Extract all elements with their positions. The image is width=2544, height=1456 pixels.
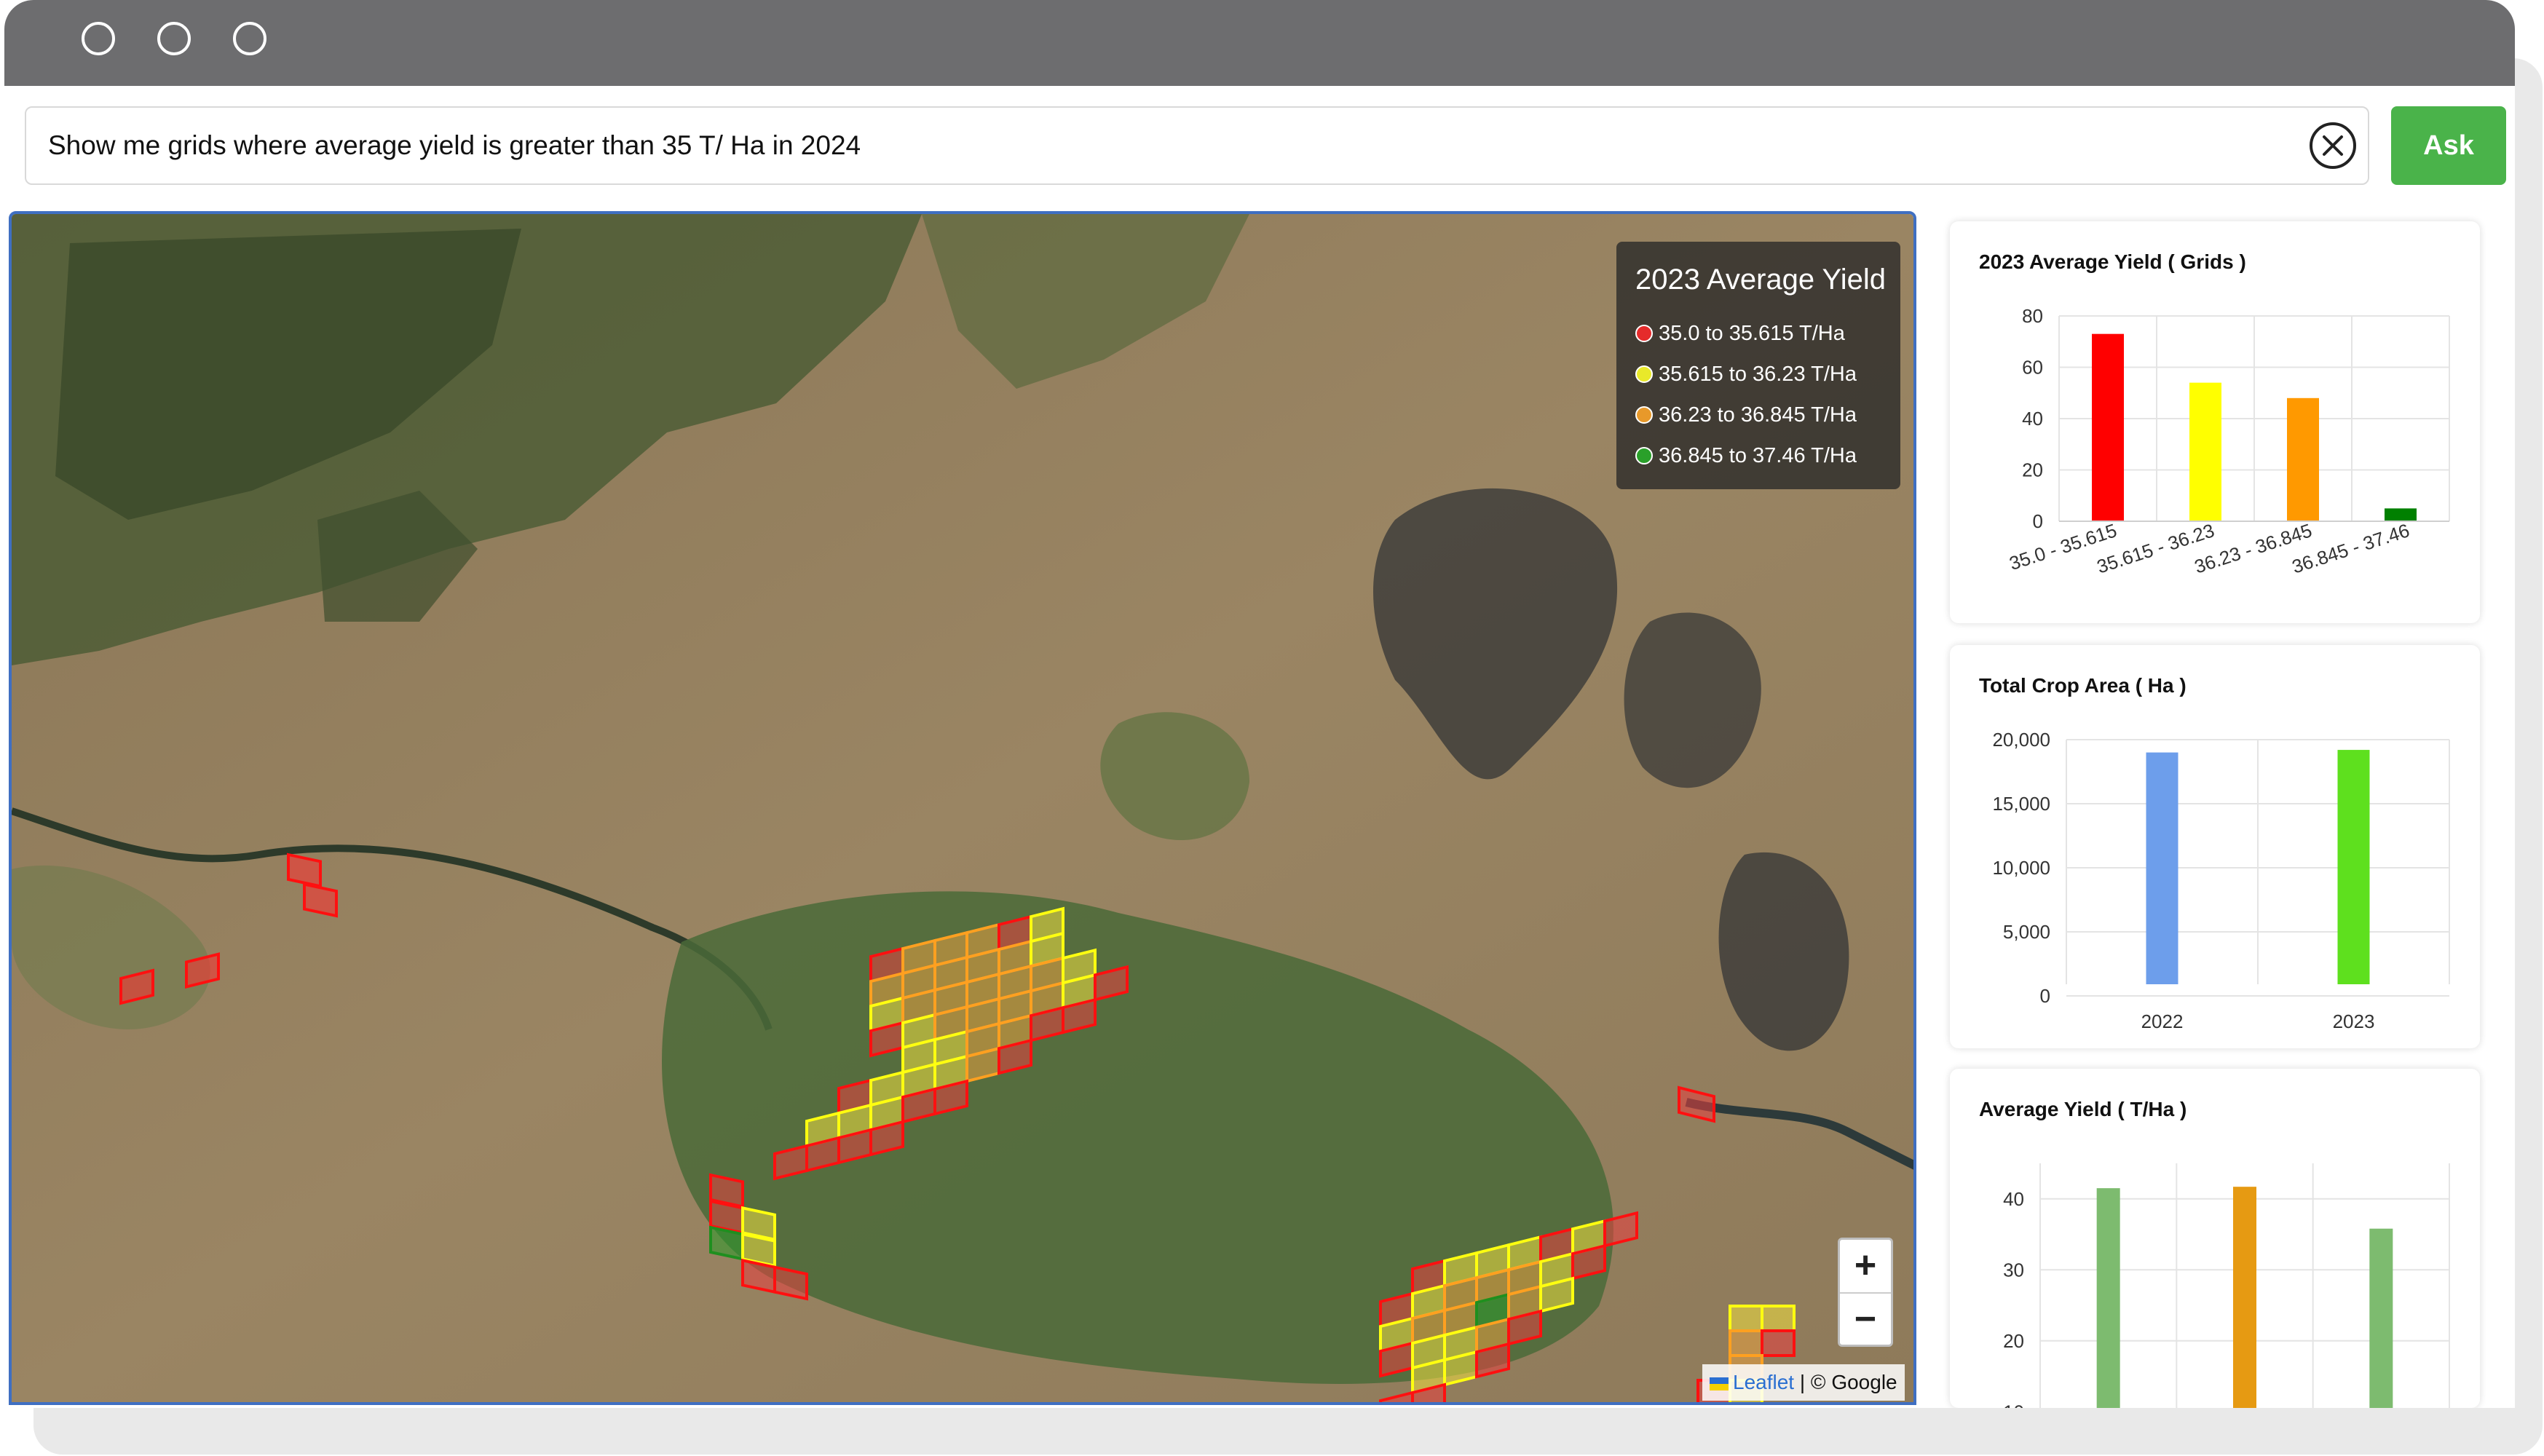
x-tick-label: 2022 [2141,1010,2184,1032]
bar [2287,397,2319,521]
legend-title: 2023 Average Yield [1635,264,1887,296]
legend-item: 36.23 to 36.845 T/Ha [1635,403,1857,427]
orange-dot-icon [1635,406,1653,424]
bar [2146,752,2178,984]
clear-query-button[interactable] [2310,122,2356,169]
legend-item-label: 36.23 to 36.845 T/Ha [1659,403,1857,427]
crop-area-chart: 0 5,000 10,000 15,000 20,000 2022 2023 [1992,729,2450,1032]
window-minimize-button[interactable] [157,22,191,55]
legend-item: 35.0 to 35.615 T/Ha [1635,322,1845,346]
bar [2369,1228,2393,1408]
legend-item-label: 35.0 to 35.615 T/Ha [1659,322,1845,345]
y-tick-label: 0 [2040,985,2050,1007]
bar [2092,333,2124,521]
y-tick-label: 0 [2033,510,2043,532]
y-tick-label: 5,000 [2003,921,2050,943]
map-attribution: Leaflet | © Google [1702,1364,1905,1401]
query-input-text[interactable]: Show me grids where average yield is gre… [48,108,861,183]
y-tick-label: 30 [2003,1259,2024,1281]
satellite-map[interactable]: 2023 Average Yield 35.0 to 35.615 T/Ha 3… [9,211,1916,1405]
window-maximize-button[interactable] [233,22,266,55]
yellow-dot-icon [1635,365,1653,383]
zoom-out-button[interactable]: − [1840,1294,1891,1346]
grid-yield-chart: 02040608035.0 - 35.61535.615 - 36.2336.2… [2007,305,2450,578]
bar [2189,382,2221,521]
average-yield-chart: 10 20 30 40 [2003,1163,2450,1408]
red-dot-icon [1635,325,1653,342]
average-yield-chart-panel: Average Yield ( T/Ha ) 10203040 [1950,1069,2480,1408]
zoom-in-button[interactable]: + [1840,1240,1891,1292]
y-tick-label: 10 [2003,1401,2024,1408]
window-close-button[interactable] [82,22,115,55]
legend-item-label: 35.615 to 36.23 T/Ha [1659,363,1857,386]
ask-button[interactable]: Ask [2391,106,2506,185]
legend-item: 36.845 to 37.46 T/Ha [1635,444,1857,468]
y-tick-label: 15,000 [1992,793,2050,815]
y-tick-label: 20,000 [1992,729,2050,751]
google-attribution: | © Google [1794,1371,1897,1393]
y-tick-label: 60 [2022,357,2043,379]
map-legend: 2023 Average Yield 35.0 to 35.615 T/Ha 3… [1616,242,1900,489]
y-tick-label: 80 [2022,305,2043,327]
zoom-control: + − [1838,1238,1893,1347]
bar [2096,1188,2120,1408]
query-input[interactable]: Show me grids where average yield is gre… [25,106,2369,185]
green-dot-icon [1635,447,1653,464]
title-bar [4,0,2515,86]
flag-icon [1710,1377,1729,1390]
crop-area-chart-panel: Total Crop Area ( Ha ) 0 5,000 10,000 15,00… [1950,645,2480,1048]
y-tick-label: 20 [2022,459,2043,481]
y-tick-label: 40 [2022,408,2043,430]
bar [2337,750,2370,984]
legend-item: 35.615 to 36.23 T/Ha [1635,363,1857,387]
legend-item-label: 36.845 to 37.46 T/Ha [1659,444,1857,467]
grid-yield-chart-panel: 2023 Average Yield ( Grids ) 0 20 40 60 80 35… [1950,221,2480,623]
x-tick-label: 2023 [2333,1010,2375,1032]
y-tick-label: 40 [2003,1188,2024,1210]
close-icon [2323,135,2343,156]
bar [2385,508,2417,521]
app-window: Show me grids where average yield is gre… [4,0,2515,1408]
bar [2233,1187,2256,1408]
y-tick-label: 10,000 [1992,857,2050,879]
leaflet-link[interactable]: Leaflet [1733,1371,1794,1393]
y-tick-label: 20 [2003,1330,2024,1352]
